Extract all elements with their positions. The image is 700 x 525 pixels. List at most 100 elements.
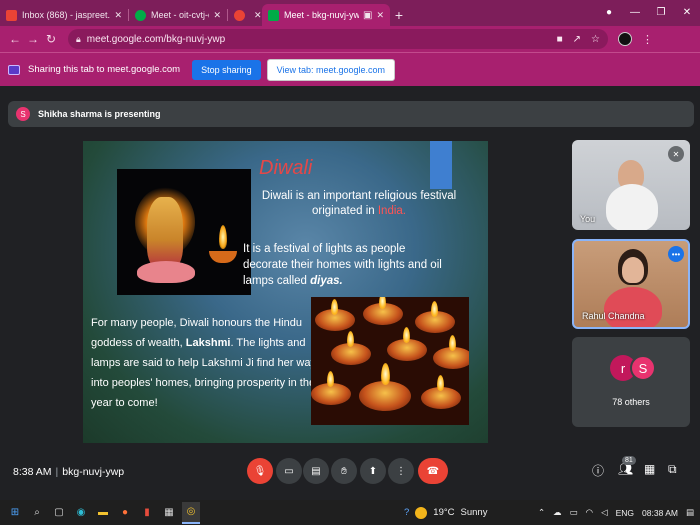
browser-toolbar: ← → ↻ 🔒︎ meet.google.com/bkg-nuvj-ywp ■ … [0, 26, 700, 52]
sharing-text: Sharing this tab to meet.google.com [28, 64, 181, 75]
system-tray: ⌃ ☁ ▭ ◠ ◁ ENG 08:38 AM ▤ [538, 507, 694, 518]
new-tab-button[interactable]: + [390, 4, 408, 26]
participant-name: Rahul Chandna [582, 311, 645, 321]
help-icon[interactable]: ? [404, 507, 409, 518]
share-icon[interactable]: ↗ [573, 34, 581, 45]
address-bar[interactable]: 🔒︎ meet.google.com/bkg-nuvj-ywp ■ ↗ ☆ [68, 29, 608, 49]
participant-tile-you[interactable]: ✕ You [572, 140, 690, 230]
participant-tile-rahul[interactable]: ••• Rahul Chandna [572, 239, 690, 329]
info-icon[interactable]: ⓘ [592, 462, 604, 479]
forward-icon[interactable]: → [24, 32, 42, 46]
screen-share-icon [8, 64, 20, 75]
language[interactable]: ENG [616, 508, 634, 518]
presenter-avatar: S [16, 107, 30, 121]
close-icon[interactable]: ✕ [376, 10, 384, 21]
meet-stage: S Shikha sharma is presenting Diwali Diw… [0, 87, 700, 497]
more-options-button[interactable]: ⋮ [388, 458, 414, 484]
tab-label: Inbox (868) - jaspreet.k@theindi [22, 10, 111, 20]
temperature: 19°C [433, 507, 455, 518]
diyas-image [311, 297, 469, 425]
window-controls: ● — ❐ ✕ [596, 0, 700, 24]
battery-icon[interactable]: ▭ [570, 507, 578, 518]
close-icon[interactable]: ✕ [254, 10, 262, 21]
meeting-code: bkg-nuvj-ywp [62, 466, 125, 478]
view-tab-button[interactable]: View tab: meet.google.com [266, 58, 396, 81]
presenting-banner: S Shikha sharma is presenting [8, 101, 694, 127]
profile-avatar[interactable] [618, 32, 632, 46]
close-icon[interactable]: ✕ [114, 10, 122, 21]
leave-call-button[interactable]: ☎︎ [418, 458, 448, 484]
people-icon[interactable]: 81 👥︎ [618, 456, 636, 476]
participant-name: You [580, 214, 596, 224]
restore-icon[interactable]: ❐ [648, 7, 674, 18]
weather-text: Sunny [460, 507, 488, 518]
stop-share-icon[interactable]: ▣ [363, 10, 372, 21]
slide-paragraph-2: It is a festival of lights as people dec… [243, 243, 442, 287]
minimize-icon[interactable]: — [622, 7, 648, 18]
close-icon[interactable]: ✕ [213, 10, 221, 21]
search-icon[interactable]: ⌕ [28, 506, 46, 520]
more-options-icon[interactable]: ••• [668, 246, 684, 262]
camera-icon[interactable]: ■ [557, 34, 563, 45]
taskbar-clock[interactable]: 08:38 AM [642, 508, 678, 518]
tab-sharing-bar: Sharing this tab to meet.google.com Stop… [0, 52, 700, 86]
office-icon[interactable]: ▮ [138, 506, 156, 520]
tab-search-icon[interactable]: ● [596, 7, 622, 18]
edge-icon[interactable]: ◉ [72, 506, 90, 520]
record-icon [234, 9, 245, 21]
file-explorer-icon[interactable]: ▬ [94, 506, 112, 520]
slide-paragraph-3: For many people, Diwali honours the Hind… [91, 317, 316, 409]
lakshmi-image [117, 169, 251, 295]
wifi-icon[interactable]: ◠ [586, 507, 593, 518]
activities-icon[interactable]: ⧉ [668, 462, 677, 477]
presentation-slide: Diwali Diwali is an important religious … [83, 141, 488, 443]
browser-tab-strip: Inbox (868) - jaspreet.k@theindi ✕ Meet … [0, 0, 700, 26]
chat-icon[interactable]: ▦ [644, 462, 655, 476]
apps-icon[interactable]: ▦ [160, 506, 178, 520]
raise-hand-button[interactable]: ✋︎ [331, 458, 357, 484]
firefox-icon[interactable]: ● [116, 506, 134, 520]
tray-up-icon[interactable]: ⌃ [538, 507, 545, 518]
weather-widget[interactable]: ? 19°C Sunny [404, 506, 488, 519]
sun-icon [415, 506, 428, 519]
tab-label: Meet - bkg-nuvj-ywp [284, 10, 359, 20]
windows-start-icon[interactable]: ⊞ [6, 506, 24, 520]
slide-accent-bar [430, 141, 452, 189]
url-text: meet.google.com/bkg-nuvj-ywp [86, 33, 226, 45]
gmail-icon [6, 9, 17, 21]
tab-meet-oit[interactable]: Meet - oit-cvtj-dxt ✕ [129, 4, 227, 26]
lock-icon[interactable]: 🔒︎ [76, 34, 81, 45]
presenting-text: Shikha sharma is presenting [38, 109, 161, 119]
tab-recording[interactable]: ✕ [228, 4, 262, 26]
bookmark-star-icon[interactable]: ☆ [591, 34, 600, 45]
chrome-icon [135, 9, 146, 21]
back-icon[interactable]: ← [6, 32, 24, 46]
slide-title: Diwali [259, 157, 313, 179]
chrome-taskbar-icon[interactable]: ◎ [182, 501, 200, 524]
task-view-icon[interactable]: ▢ [50, 506, 68, 520]
mic-off-icon: ✕ [668, 146, 684, 162]
cloud-icon[interactable]: ☁ [553, 507, 562, 518]
participant-count-badge: 81 [622, 456, 636, 465]
tab-label: Meet - oit-cvtj-dxt [151, 10, 209, 20]
captions-button[interactable]: ▤ [303, 458, 329, 484]
meeting-info: 8:38 AM | bkg-nuvj-ywp [13, 466, 125, 478]
notification-icon[interactable]: ▤ [686, 507, 694, 518]
others-count: 78 others [612, 397, 650, 407]
menu-dots-icon[interactable]: ⋮ [642, 33, 653, 46]
meeting-controls: 8:38 AM | bkg-nuvj-ywp 🎙︎ ▭ ▤ ✋︎ ⬆ ⋮ ☎︎ ⓘ … [0, 454, 700, 492]
volume-icon[interactable]: ◁ [601, 507, 608, 518]
close-window-icon[interactable]: ✕ [674, 7, 700, 18]
participant-tile-others[interactable]: r S 78 others [572, 337, 690, 427]
windows-taskbar: ⊞ ⌕ ▢ ◉ ▬ ● ▮ ▦ ◎ ? 19°C Sunny ⌃ ☁ ▭ ◠ ◁… [0, 500, 700, 525]
tab-gmail[interactable]: Inbox (868) - jaspreet.k@theindi ✕ [0, 4, 128, 26]
tab-meet-bkg[interactable]: Meet - bkg-nuvj-ywp ▣ ✕ [262, 4, 390, 26]
meet-icon [268, 9, 279, 21]
present-button[interactable]: ⬆ [360, 458, 386, 484]
reload-icon[interactable]: ↻ [42, 32, 60, 46]
slide-paragraph-1: Diwali is an important religious festiva… [261, 190, 457, 217]
participant-avatar: S [630, 355, 656, 381]
camera-toggle-button[interactable]: ▭ [276, 458, 302, 484]
stop-sharing-button[interactable]: Stop sharing [192, 59, 261, 80]
mic-toggle-button[interactable]: 🎙︎ [247, 458, 273, 484]
